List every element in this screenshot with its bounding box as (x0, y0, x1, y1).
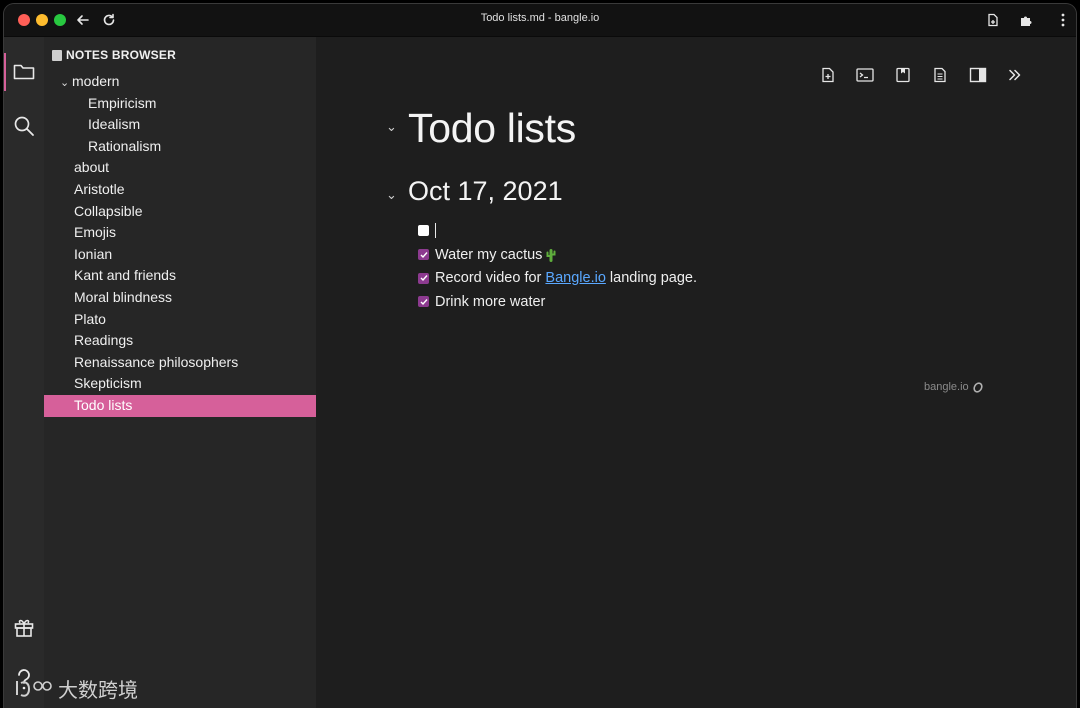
tree-item-plato[interactable]: Plato (44, 309, 316, 331)
tree-item-about[interactable]: about (44, 157, 316, 179)
activity-bar (4, 37, 44, 708)
window-title: Todo lists.md - bangle.io (480, 12, 600, 24)
tree-folder-modern[interactable]: ⌄ modern (44, 71, 316, 93)
todo-checkbox[interactable] (418, 225, 429, 237)
notes-tree: ⌄ modern Empiricism Idealism Rationalism … (44, 71, 316, 417)
brand-text: bangle.io (924, 381, 969, 393)
tree-item-rationalism[interactable]: Rationalism (44, 136, 316, 158)
bookmark-icon[interactable] (893, 65, 913, 85)
sidebar-header: NOTES BROWSER (52, 45, 176, 65)
terminal-icon[interactable] (855, 65, 875, 85)
tree-item-kant-and-friends[interactable]: Kant and friends (44, 265, 316, 287)
watermark-logo-icon (16, 681, 52, 697)
tree-item-emojis[interactable]: Emojis (44, 222, 316, 244)
tree-item-collapsible[interactable]: Collapsible (44, 201, 316, 223)
title-bar: Todo lists.md - bangle.io (4, 4, 1076, 37)
split-panel-icon[interactable] (968, 65, 988, 85)
cactus-emoji-icon (546, 248, 556, 262)
page-icon[interactable] (930, 65, 950, 85)
heading-1-row: ⌄ Todo lists (386, 97, 986, 159)
document-icon[interactable] (984, 11, 1002, 29)
heading-2[interactable]: Oct 17, 2021 (408, 176, 563, 207)
collapse-chevron-icon[interactable]: ⌄ (386, 119, 397, 135)
folder-icon[interactable] (4, 49, 44, 95)
todo-item: Record video for Bangle.io landing page. (418, 266, 986, 290)
bangle-brand-mark: bangle.io (924, 381, 984, 393)
app-window: Todo lists.md - bangle.io NOTES BROWSER (4, 4, 1076, 708)
sidebar-title: NOTES BROWSER (66, 48, 176, 62)
double-chevron-icon[interactable] (1005, 65, 1025, 85)
todo-list: Water my cactus Record video for Bangle.… (418, 219, 986, 314)
text-cursor (435, 223, 436, 239)
notebook-icon (52, 49, 62, 61)
puzzle-icon[interactable] (1017, 11, 1035, 29)
tree-item-aristotle[interactable]: Aristotle (44, 179, 316, 201)
heading-1[interactable]: Todo lists (408, 105, 576, 152)
tree-item-todo-lists[interactable]: Todo lists (44, 394, 316, 417)
tree-item-moral-blindness[interactable]: Moral blindness (44, 287, 316, 309)
notes-browser-sidebar: NOTES BROWSER ⌄ modern Empiricism Idealis… (44, 37, 316, 708)
todo-text-prefix[interactable]: Record video for (435, 270, 545, 286)
watermark-text: 大数跨境 (58, 679, 138, 702)
tree-item-skepticism[interactable]: Skepticism (44, 373, 316, 395)
todo-text[interactable]: Water my cactus (435, 247, 542, 263)
tree-item-empiricism[interactable]: Empiricism (44, 93, 316, 115)
todo-text-suffix[interactable]: landing page. (606, 270, 697, 286)
tree-item-readings[interactable]: Readings (44, 330, 316, 352)
todo-checkbox-checked[interactable] (418, 296, 429, 308)
tree-item-ionian[interactable]: Ionian (44, 244, 316, 266)
heading-2-row: ⌄ Oct 17, 2021 (386, 173, 986, 217)
new-note-icon[interactable] (818, 65, 838, 85)
tree-folder-label: modern (72, 73, 120, 89)
chevron-down-icon: ⌄ (60, 77, 70, 89)
kebab-menu-icon[interactable] (1054, 11, 1072, 29)
search-icon[interactable] (4, 103, 44, 149)
gift-icon[interactable] (4, 604, 44, 650)
bangle-logo-icon (973, 381, 983, 393)
todo-item (418, 219, 986, 243)
todo-item: Water my cactus (418, 243, 986, 267)
todo-checkbox-checked[interactable] (418, 272, 429, 284)
todo-text[interactable]: Drink more water (435, 294, 545, 310)
bangle-io-link[interactable]: Bangle.io (545, 270, 605, 286)
todo-item: Drink more water (418, 290, 986, 314)
corner-watermark: 大数跨境 (4, 666, 174, 708)
tree-item-idealism[interactable]: Idealism (44, 114, 316, 136)
todo-checkbox-checked[interactable] (418, 249, 429, 261)
document: ⌄ Todo lists ⌄ Oct 17, 2021 Water my cac… (386, 97, 986, 314)
collapse-chevron-icon[interactable]: ⌄ (386, 187, 397, 203)
tree-item-renaissance-philosophers[interactable]: Renaissance philosophers (44, 352, 316, 374)
editor-pane: ⌄ Todo lists ⌄ Oct 17, 2021 Water my cac… (316, 37, 1076, 708)
